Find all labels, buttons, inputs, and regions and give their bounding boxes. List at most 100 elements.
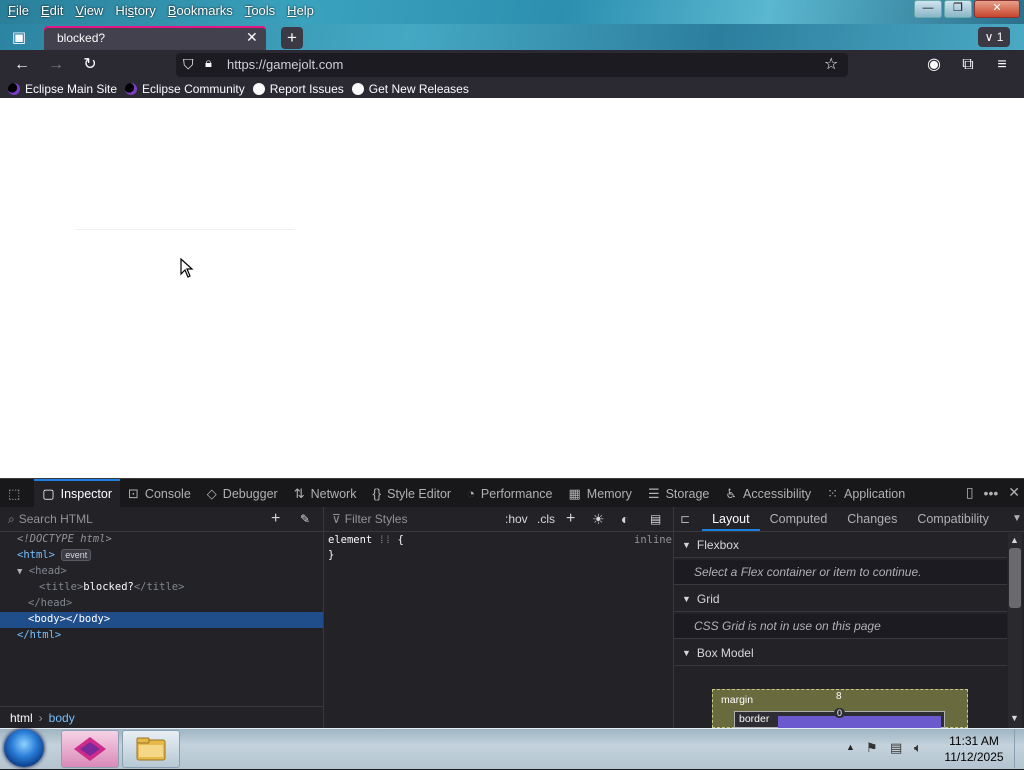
devtools-tab-style-editor[interactable]: {} Style Editor bbox=[364, 479, 459, 508]
forward-arrow-icon[interactable]: → bbox=[45, 54, 67, 76]
start-button-windows-icon[interactable] bbox=[4, 729, 44, 767]
breadcrumb-body[interactable]: body bbox=[49, 711, 75, 725]
firefox-view-icon[interactable]: ▣ bbox=[8, 27, 30, 49]
title-node[interactable]: <title>blocked?</title> bbox=[39, 581, 184, 593]
maximize-button[interactable]: ❐ bbox=[944, 0, 972, 18]
rule-selector: element bbox=[328, 534, 373, 546]
border-label: border bbox=[739, 713, 770, 725]
add-rule-icon[interactable]: + bbox=[566, 510, 575, 528]
close-devtools-icon[interactable]: ✕ bbox=[1008, 484, 1020, 501]
minimize-button[interactable]: — bbox=[914, 0, 942, 18]
menu-item-3[interactable]: History bbox=[109, 2, 161, 20]
tabs-overflow-icon[interactable]: ▼ bbox=[1012, 513, 1022, 524]
light-scheme-icon[interactable]: ☀ bbox=[592, 511, 605, 528]
element-rule[interactable]: element ⁞⁞ { bbox=[328, 534, 404, 547]
html-close-node[interactable]: </html> bbox=[17, 629, 61, 641]
scroll-down-icon[interactable]: ▼ bbox=[1010, 713, 1019, 723]
devtools-right-controls: ▯ ••• ✕ bbox=[966, 478, 1020, 507]
app-menu-icon[interactable]: ≡ bbox=[991, 54, 1013, 76]
menu-item-0[interactable]: File bbox=[2, 2, 35, 20]
add-node-icon[interactable]: + bbox=[271, 510, 280, 528]
sidebar-tab-compatibility[interactable]: Compatibility bbox=[907, 507, 999, 531]
menu-item-6[interactable]: Help bbox=[281, 2, 320, 20]
body-node[interactable]: <body></body> bbox=[28, 613, 110, 625]
bookmark-item-1[interactable]: Eclipse Community bbox=[125, 82, 245, 96]
devtools-tab-memory[interactable]: ▦ Memory bbox=[560, 479, 639, 508]
devtools-tab-network[interactable]: ⇅ Network bbox=[286, 479, 365, 508]
html-node[interactable]: <html> event bbox=[17, 549, 92, 561]
sidebar-tab-changes[interactable]: Changes bbox=[837, 507, 907, 531]
devtools-tab-label: Console bbox=[144, 486, 191, 501]
border-value[interactable]: 0 bbox=[834, 708, 846, 718]
dark-scheme-icon[interactable]: ◐ bbox=[621, 511, 629, 527]
scrollbar-thumb[interactable] bbox=[1009, 548, 1021, 608]
show-hidden-icons[interactable]: ▲ bbox=[846, 742, 855, 752]
bookmarks-toolbar: Eclipse Main Site Eclipse Community Report… bbox=[0, 80, 1024, 98]
bookmark-item-0[interactable]: Eclipse Main Site bbox=[8, 82, 117, 96]
menu-item-2[interactable]: View bbox=[69, 2, 109, 20]
head-node[interactable]: ▼ <head> bbox=[17, 565, 67, 577]
print-media-icon[interactable]: ▤ bbox=[650, 512, 661, 526]
show-desktop-button[interactable] bbox=[1014, 729, 1024, 768]
cls-toggle[interactable]: .cls bbox=[537, 512, 555, 526]
bookmark-label: Report Issues bbox=[269, 82, 344, 96]
margin-value[interactable]: 8 bbox=[836, 691, 842, 702]
network-icon[interactable]: ▤ bbox=[890, 740, 902, 756]
close-window-button[interactable]: ✕ bbox=[974, 0, 1020, 18]
eyedropper-icon[interactable]: ✎ bbox=[300, 512, 310, 526]
bookmark-item-2[interactable]: Report Issues bbox=[252, 82, 344, 96]
breadcrumb-html[interactable]: html bbox=[10, 711, 33, 725]
boxmodel-section-header[interactable]: ▼ Box Model bbox=[674, 641, 1007, 666]
devtools-tab-inspector[interactable]: ▢ Inspector bbox=[34, 479, 121, 508]
github-icon bbox=[252, 83, 265, 95]
more-options-icon[interactable]: ••• bbox=[984, 485, 999, 501]
taskbar-browser[interactable] bbox=[61, 730, 119, 768]
filter-styles-input[interactable]: Filter Styles bbox=[345, 512, 408, 526]
search-html-input[interactable]: Search HTML bbox=[19, 512, 93, 526]
devtools-tab-icon: ▢ bbox=[42, 485, 55, 501]
url-text[interactable]: https://gamejolt.com bbox=[227, 57, 343, 72]
devtools-tab-icon: ⁙ bbox=[827, 485, 839, 501]
lock-icon[interactable]: 🔒︎ bbox=[205, 55, 212, 71]
box-model-padding[interactable] bbox=[778, 716, 941, 728]
flexbox-section-header[interactable]: ▼ Flexbox bbox=[674, 533, 1007, 558]
devtools-tab-accessibility[interactable]: ♿ Accessibility bbox=[717, 479, 819, 508]
devtools-tab-debugger[interactable]: ◇ Debugger bbox=[199, 479, 286, 508]
sidebar-tab-computed[interactable]: Computed bbox=[760, 507, 838, 531]
bookmark-item-3[interactable]: Get New Releases bbox=[351, 82, 469, 96]
extensions-icon[interactable]: ⧉ bbox=[957, 54, 979, 76]
devtools-tab-storage[interactable]: ☰ Storage bbox=[640, 479, 717, 508]
back-arrow-icon[interactable]: ← bbox=[11, 54, 33, 76]
menu-item-4[interactable]: Bookmarks bbox=[162, 2, 239, 20]
devtools-tab-icon: ◇ bbox=[206, 485, 217, 501]
reload-icon[interactable]: ↻ bbox=[79, 54, 101, 76]
new-tab-button[interactable]: + bbox=[281, 27, 303, 49]
tab-close-icon[interactable]: ✕ bbox=[246, 29, 258, 46]
event-badge[interactable]: event bbox=[61, 549, 92, 561]
devtools-tab-console[interactable]: ⊡ Console bbox=[120, 479, 199, 508]
bookmark-star-icon[interactable]: ☆ bbox=[824, 54, 838, 74]
tracking-shield-icon[interactable]: ⛉ bbox=[183, 56, 194, 73]
devtools-tab-application[interactable]: ⁙ Application bbox=[819, 479, 913, 508]
head-close-node[interactable]: </head> bbox=[28, 597, 72, 609]
toggle-sidebar-icon[interactable]: ⊏ bbox=[680, 512, 690, 526]
devtools-tab-performance[interactable]: ◔ Performance bbox=[459, 479, 560, 508]
action-center-icon[interactable]: ⚑ bbox=[866, 740, 878, 756]
hov-toggle[interactable]: :hov bbox=[505, 512, 528, 526]
title-open-tag: <title> bbox=[39, 581, 84, 593]
menu-item-5[interactable]: Tools bbox=[239, 2, 281, 20]
doctype-node[interactable]: <!DOCTYPE html> bbox=[17, 533, 112, 545]
expand-triangle-icon[interactable]: ▼ bbox=[17, 567, 22, 577]
sidebar-tab-layout[interactable]: Layout bbox=[702, 507, 760, 531]
element-picker-icon[interactable]: ⬚ bbox=[0, 479, 34, 508]
grid-message: CSS Grid is not in use on this page bbox=[674, 614, 1007, 639]
account-icon[interactable]: ◉ bbox=[923, 54, 945, 76]
responsive-design-icon[interactable]: ▯ bbox=[966, 484, 974, 501]
volume-muted-icon[interactable]: 🔈︎ bbox=[914, 740, 922, 756]
scroll-up-icon[interactable]: ▲ bbox=[1010, 535, 1019, 545]
grid-section-header[interactable]: ▼ Grid bbox=[674, 587, 1007, 612]
taskbar-explorer[interactable] bbox=[122, 730, 180, 768]
taskbar-clock[interactable]: 11:31 AM 11/12/2025 bbox=[938, 733, 1010, 765]
list-all-tabs-button[interactable]: ∨ 1 bbox=[978, 27, 1010, 47]
menu-item-1[interactable]: Edit bbox=[35, 2, 69, 20]
